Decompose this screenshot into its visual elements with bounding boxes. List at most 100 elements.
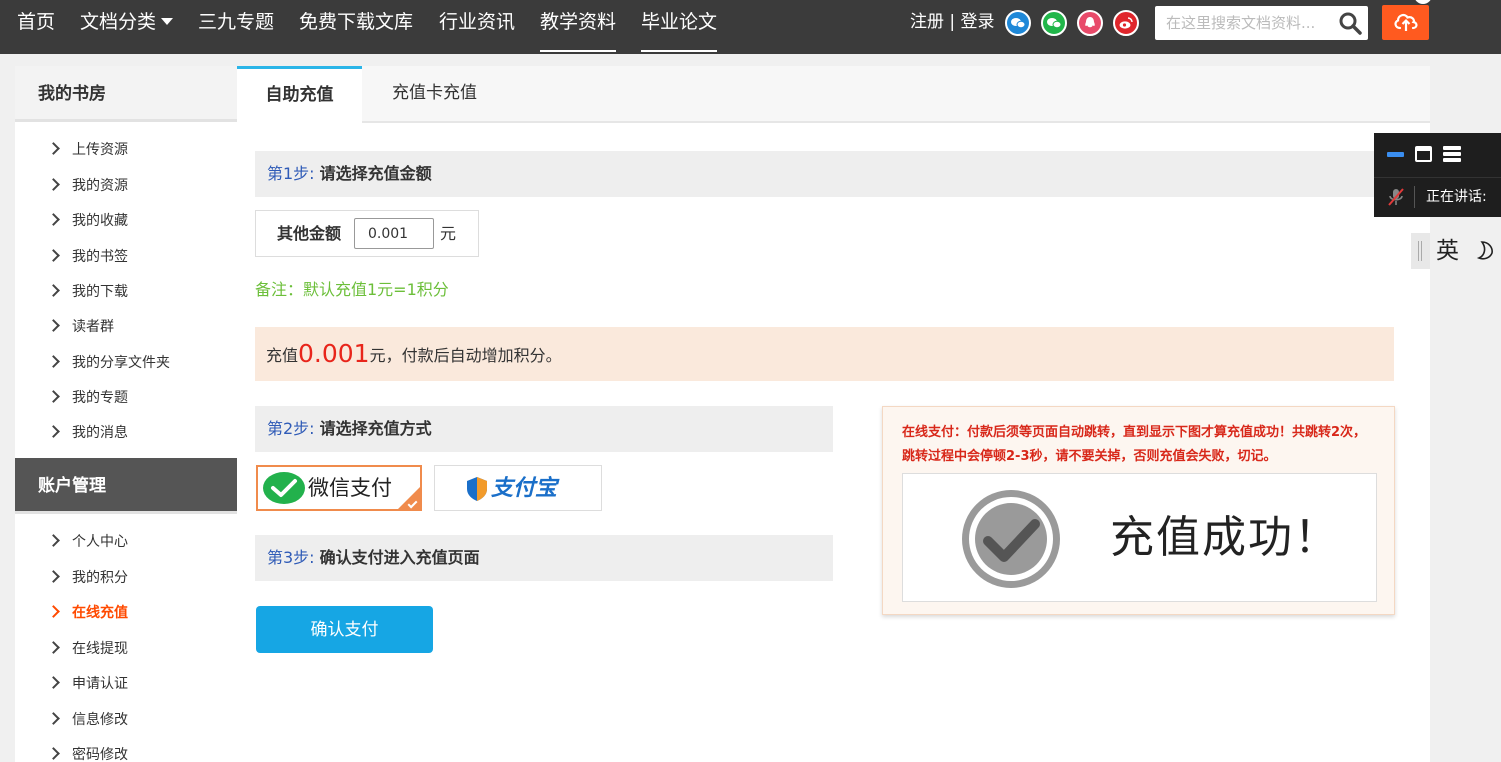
ime-drag-handle[interactable] bbox=[1411, 233, 1430, 269]
sidebar-item-upload[interactable]: 上传资源 bbox=[47, 140, 128, 160]
register-link[interactable]: 注册 bbox=[910, 12, 944, 32]
nav-thesis[interactable]: 毕业论文 bbox=[641, 0, 718, 54]
sidebar-item-label: 我的下载 bbox=[72, 284, 128, 300]
main-panel: 自助充值 充值卡充值 第1步: 请选择充值金额 其他金额 元 备注：默认充值1元… bbox=[237, 66, 1430, 762]
sidebar-item-downloads[interactable]: 我的下载 bbox=[47, 282, 128, 302]
sidebar-item-edit-info[interactable]: 信息修改 bbox=[47, 710, 128, 730]
recharge-note: 备注：默认充值1元=1积分 bbox=[255, 280, 449, 299]
wechat-pay-icon bbox=[263, 472, 305, 504]
sidebar-item-label: 密码修改 bbox=[72, 747, 128, 762]
amount-unit: 元 bbox=[440, 224, 457, 243]
sidebar-item-label: 我的收藏 bbox=[72, 213, 128, 229]
chevron-right-icon bbox=[47, 605, 60, 618]
chevron-right-icon bbox=[47, 747, 60, 760]
alipay-option[interactable]: 支付宝 bbox=[434, 465, 602, 511]
weibo-login-icon[interactable] bbox=[1113, 10, 1139, 36]
chevron-right-icon bbox=[47, 570, 60, 583]
caret-down-icon bbox=[161, 18, 174, 25]
top-navbar: 首页 文档分类 三九专题 免费下载文库 行业资讯 教学资料 毕业论文 注册 | … bbox=[0, 0, 1501, 54]
chevron-right-icon bbox=[47, 178, 60, 191]
auth-links: 注册 | 登录 bbox=[910, 0, 995, 44]
sidebar-section-account: 账户管理 bbox=[15, 458, 237, 514]
search-input[interactable] bbox=[1155, 6, 1330, 40]
sidebar-item-my-topics[interactable]: 我的专题 bbox=[47, 388, 128, 408]
sidebar-item-label: 在线充值 bbox=[72, 605, 128, 621]
nav-free-download[interactable]: 免费下载文库 bbox=[299, 0, 413, 54]
wechat-pay-label: 微信支付 bbox=[308, 476, 392, 500]
sidebar-item-favorites[interactable]: 我的收藏 bbox=[47, 211, 128, 231]
chevron-right-icon bbox=[47, 641, 60, 654]
voice-panel-toolbar bbox=[1374, 133, 1501, 177]
chevron-right-icon bbox=[47, 284, 60, 297]
sidebar: 我的书房 上传资源 我的资源 我的收藏 我的书签 我的下载 读者群 我的分享文件… bbox=[15, 66, 237, 762]
sidebar-item-label: 我的消息 bbox=[72, 425, 128, 441]
recharge-summary: 充值0.001元，付款后自动增加积分。 bbox=[255, 327, 1394, 381]
sidebar-item-bookmarks[interactable]: 我的书签 bbox=[47, 247, 128, 267]
nav-home[interactable]: 首页 bbox=[17, 0, 55, 54]
sidebar-item-messages[interactable]: 我的消息 bbox=[47, 423, 128, 443]
amount-label: 其他金额 bbox=[277, 224, 342, 243]
moon-icon[interactable] bbox=[1473, 239, 1497, 263]
sidebar-item-label: 我的专题 bbox=[72, 390, 128, 406]
chevron-right-icon bbox=[47, 676, 60, 689]
sidebar-item-label: 上传资源 bbox=[72, 142, 128, 158]
summary-amount: 0.001 bbox=[298, 339, 370, 368]
voice-chat-panel: 正在讲话: bbox=[1374, 133, 1501, 217]
mic-muted-icon[interactable] bbox=[1388, 188, 1404, 206]
sidebar-item-verify[interactable]: 申请认证 bbox=[47, 674, 128, 694]
tab-self-recharge[interactable]: 自助充值 bbox=[237, 66, 362, 125]
sidebar-item-shared-folder[interactable]: 我的分享文件夹 bbox=[47, 353, 170, 373]
sidebar-item-withdraw[interactable]: 在线提现 bbox=[47, 639, 128, 659]
sidebar-item-label: 我的积分 bbox=[72, 570, 128, 586]
sidebar-section-study: 我的书房 bbox=[15, 66, 237, 122]
nav-topics[interactable]: 三九专题 bbox=[198, 0, 274, 54]
voice-separator bbox=[1414, 186, 1415, 208]
auth-separator: | bbox=[949, 12, 956, 32]
sidebar-item-label: 申请认证 bbox=[72, 676, 128, 692]
menu-icon[interactable] bbox=[1443, 146, 1461, 162]
search-icon[interactable] bbox=[1338, 11, 1362, 35]
step3-title: 确认支付进入充值页面 bbox=[319, 548, 480, 567]
nav-industry-news[interactable]: 行业资讯 bbox=[439, 0, 515, 54]
success-text: 充值成功！ bbox=[1110, 512, 1340, 563]
step2-bar: 第2步: 请选择充值方式 bbox=[255, 406, 833, 452]
chevron-right-icon bbox=[47, 534, 60, 547]
sidebar-item-label: 个人中心 bbox=[72, 534, 128, 550]
ime-language[interactable]: 英 bbox=[1436, 233, 1459, 269]
amount-input[interactable] bbox=[354, 218, 434, 249]
minimize-icon[interactable] bbox=[1387, 152, 1404, 157]
amount-box: 其他金额 元 bbox=[255, 210, 479, 257]
sidebar-item-my-resources[interactable]: 我的资源 bbox=[47, 176, 128, 196]
chevron-right-icon bbox=[47, 712, 60, 725]
upload-button[interactable] bbox=[1382, 5, 1429, 40]
confirm-pay-button[interactable]: 确认支付 bbox=[256, 606, 433, 653]
cloud-upload-icon bbox=[1394, 13, 1418, 31]
sidebar-item-label: 我的分享文件夹 bbox=[72, 355, 170, 371]
qq-login-icon[interactable] bbox=[1077, 10, 1103, 36]
wechat-pay-option[interactable]: 微信支付 bbox=[256, 465, 422, 511]
nav-teaching[interactable]: 教学资料 bbox=[540, 0, 617, 54]
sidebar-item-label: 我的书签 bbox=[72, 249, 128, 265]
sidebar-item-reader-group[interactable]: 读者群 bbox=[47, 317, 114, 337]
nav-doc-category[interactable]: 文档分类 bbox=[80, 0, 174, 54]
success-example: 充值成功！ bbox=[902, 473, 1377, 602]
payment-notice: 在线支付：付款后须等页面自动跳转，直到显示下图才算充值成功！共跳转2次，跳转过程… bbox=[882, 406, 1395, 615]
chevron-right-icon bbox=[47, 390, 60, 403]
sidebar-item-points[interactable]: 我的积分 bbox=[47, 568, 128, 588]
window-icon[interactable] bbox=[1415, 146, 1432, 162]
wechat-moments-icon[interactable] bbox=[1041, 10, 1067, 36]
summary-suffix: 元，付款后自动增加积分。 bbox=[369, 346, 562, 365]
speaking-status: 正在讲话: bbox=[1426, 189, 1487, 205]
sidebar-item-change-password[interactable]: 密码修改 bbox=[47, 745, 128, 762]
chevron-right-icon bbox=[47, 142, 60, 155]
tab-card-recharge[interactable]: 充值卡充值 bbox=[362, 66, 507, 123]
chevron-right-icon bbox=[47, 355, 60, 368]
wechat-login-icon[interactable] bbox=[1005, 10, 1031, 36]
step1-number: 第1步: bbox=[267, 164, 315, 183]
login-link[interactable]: 登录 bbox=[961, 12, 995, 32]
sidebar-item-profile[interactable]: 个人中心 bbox=[47, 532, 128, 552]
check-circle-icon bbox=[962, 490, 1060, 588]
step1-title: 请选择充值金额 bbox=[319, 164, 432, 183]
sidebar-item-recharge[interactable]: 在线充值 bbox=[47, 603, 128, 623]
step3-number: 第3步: bbox=[267, 548, 315, 567]
